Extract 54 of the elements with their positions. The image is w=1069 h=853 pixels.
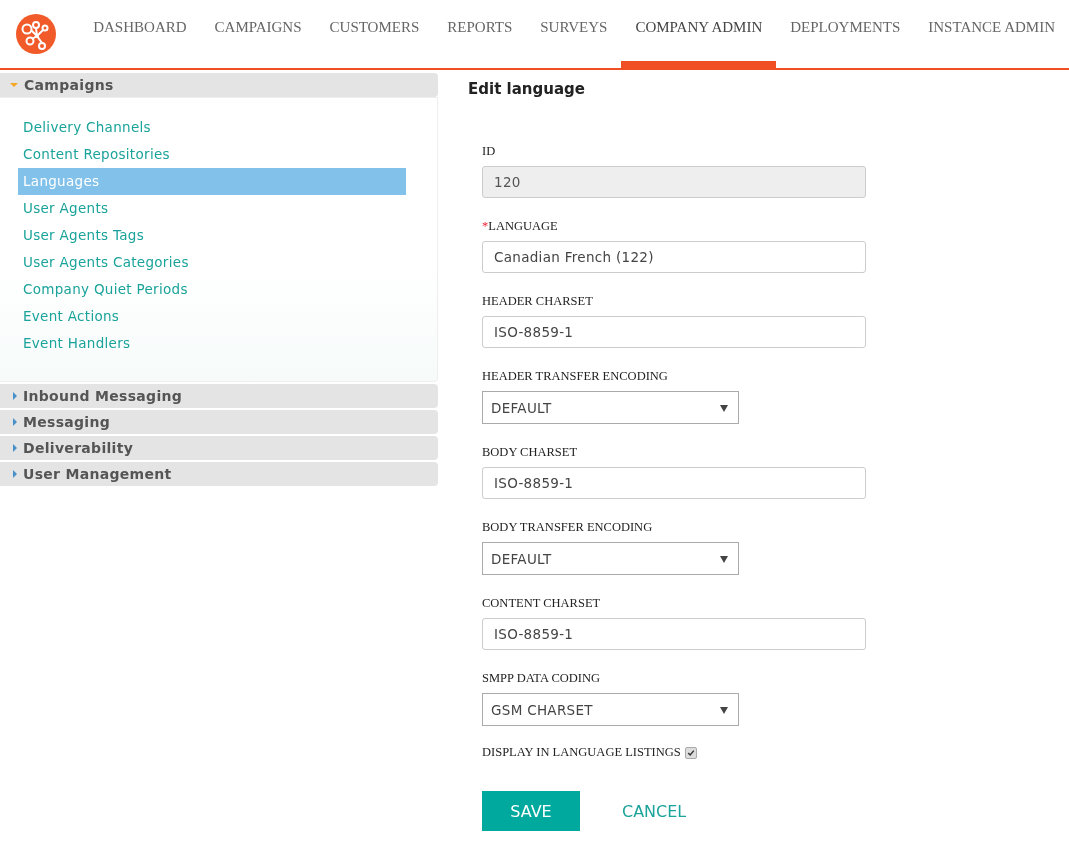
section-header[interactable]: Messaging [0, 410, 438, 434]
sidebar-item[interactable]: Content Repositories [18, 141, 406, 168]
dropdown[interactable]: DEFAULT [482, 391, 739, 424]
field-label: *LANGUAGE [482, 219, 559, 234]
sidebar-item[interactable]: Event Actions [18, 303, 406, 330]
nav-tab[interactable]: SURVEYS [526, 0, 622, 68]
section-header[interactable]: User Management [0, 462, 438, 486]
nav-tab[interactable]: CAMPAIGNS [200, 0, 316, 68]
field-label: ID [482, 144, 497, 159]
input-field[interactable]: ISO-8859-1 [482, 467, 866, 499]
sidebar-item[interactable]: User Agents Categories [18, 249, 406, 276]
nav-tab[interactable]: DASHBOARD [79, 0, 201, 68]
field-label: BODY CHARSET [482, 445, 579, 460]
dropdown-arrow-icon [720, 403, 728, 412]
input-field: 120 [482, 166, 866, 198]
caret-down-icon [10, 83, 18, 87]
section-header[interactable]: Campaigns [0, 73, 438, 97]
nav-tab[interactable]: CUSTOMERS [315, 0, 434, 68]
field-label: DISPLAY IN LANGUAGE LISTINGS [482, 745, 681, 760]
nav-tab[interactable]: DEPLOYMENTS [776, 0, 915, 68]
section-title: Inbound Messaging [23, 388, 183, 404]
field-label: BODY TRANSFER ENCODING [482, 520, 654, 535]
sidebar-item[interactable]: Company Quiet Periods [18, 276, 406, 303]
sidebar-item[interactable]: User Agents Tags [18, 222, 406, 249]
nav-tab[interactable]: COMPANY ADMIN [621, 0, 777, 68]
dropdown-arrow-icon [720, 554, 728, 563]
dropdown[interactable]: DEFAULT [482, 542, 739, 575]
section-title: User Management [23, 466, 172, 482]
sidebar-item[interactable]: User Agents [18, 195, 406, 222]
sidebar-item[interactable]: Event Handlers [18, 330, 406, 357]
section-header[interactable]: Deliverability [0, 436, 438, 460]
caret-right-icon [13, 470, 17, 478]
dropdown-arrow-icon [720, 705, 728, 714]
section-title: Campaigns [24, 77, 114, 93]
sidebar-item[interactable]: Delivery Channels [18, 114, 406, 141]
dropdown[interactable]: GSM CHARSET [482, 693, 739, 726]
field-label: HEADER CHARSET [482, 294, 594, 309]
section-title: Deliverability [23, 440, 134, 456]
form-title: Edit language [468, 80, 586, 98]
field-label: SMPP DATA CODING [482, 671, 601, 686]
section-header[interactable]: Inbound Messaging [0, 384, 438, 408]
field-label: HEADER TRANSFER ENCODING [482, 369, 669, 384]
caret-right-icon [13, 418, 17, 426]
nav-tab[interactable]: INSTANCE ADMIN [914, 0, 1069, 68]
nav-tab[interactable]: REPORTS [433, 0, 527, 68]
section-title: Messaging [23, 414, 111, 430]
input-field[interactable]: ISO-8859-1 [482, 618, 866, 650]
field-label: CONTENT CHARSET [482, 596, 602, 611]
caret-right-icon [13, 444, 17, 452]
logo-icon[interactable] [16, 14, 56, 54]
cancel-link[interactable]: CANCEL [622, 801, 687, 821]
input-field[interactable]: ISO-8859-1 [482, 316, 866, 348]
input-field[interactable]: Canadian French (122) [482, 241, 866, 273]
caret-right-icon [13, 392, 17, 400]
